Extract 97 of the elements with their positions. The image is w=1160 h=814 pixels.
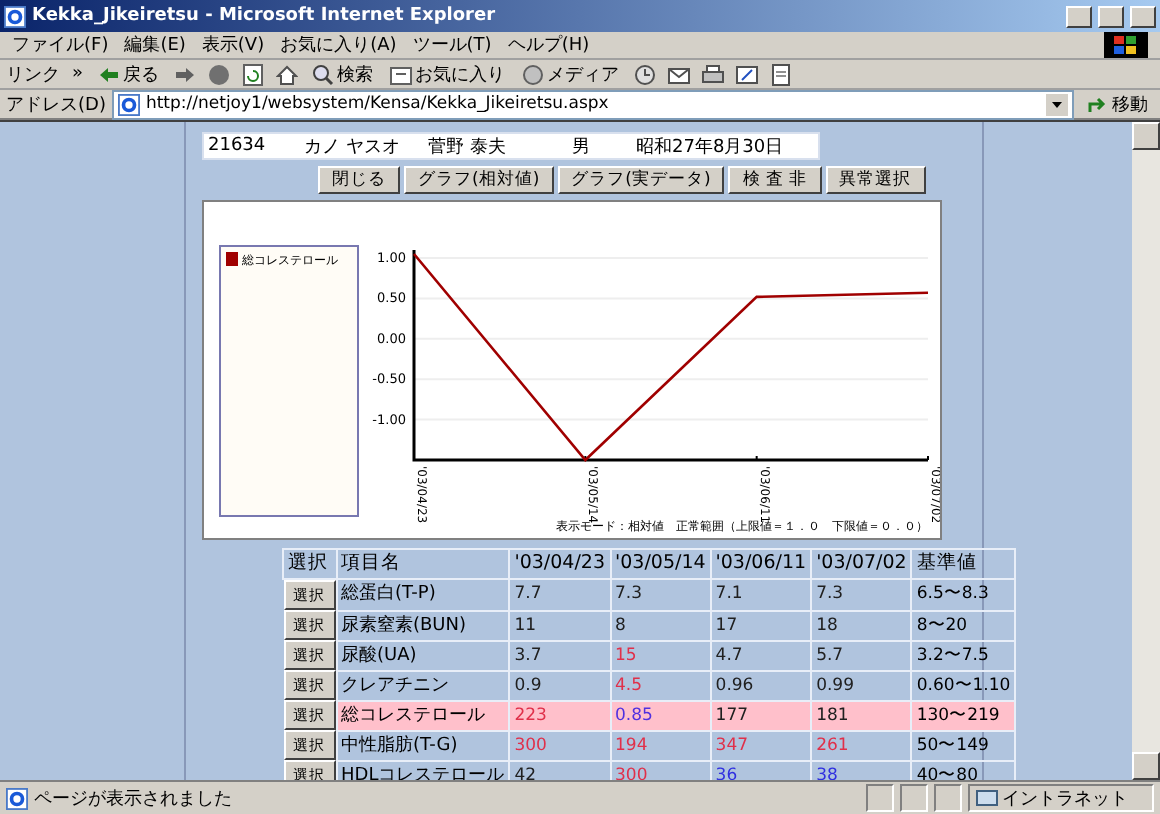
column-header: 選択 bbox=[283, 549, 336, 579]
document-icon[interactable] bbox=[769, 63, 792, 85]
forward-icon[interactable] bbox=[173, 63, 196, 85]
table-cell: 4.7 bbox=[710, 640, 812, 670]
stop-icon[interactable] bbox=[207, 63, 230, 85]
item-name: 総蛋白(T-P) bbox=[336, 579, 510, 610]
table-cell: 7.3 bbox=[610, 579, 711, 610]
favorites-button[interactable]: お気に入り bbox=[387, 61, 508, 87]
home-icon[interactable] bbox=[275, 63, 298, 85]
reference-range: 130〜219 bbox=[911, 700, 1016, 730]
action-button[interactable]: 閉じる bbox=[318, 166, 400, 194]
table-cell: 38 bbox=[811, 760, 912, 780]
address-field[interactable]: http://netjoy1/websystem/Kensa/Kekka_Jikeiretsu.aspx bbox=[111, 89, 1074, 119]
reference-range: 0.60〜1.10 bbox=[911, 670, 1016, 700]
minimize-button[interactable] bbox=[1066, 5, 1092, 27]
go-arrow-icon bbox=[1086, 93, 1108, 115]
table-cell: 7.3 bbox=[811, 579, 912, 610]
table-cell: 36 bbox=[710, 760, 812, 780]
action-button[interactable]: 異常選択 bbox=[825, 166, 926, 194]
chevron[interactable]: » bbox=[72, 64, 84, 84]
table-cell: 0.85 bbox=[610, 700, 711, 730]
logo-icon bbox=[1104, 32, 1148, 58]
table-cell: 0.99 bbox=[811, 670, 912, 700]
links-label[interactable]: リンク bbox=[6, 61, 60, 87]
mail-icon[interactable] bbox=[667, 63, 690, 85]
table-cell: 0.96 bbox=[710, 670, 812, 700]
table-cell: 15 bbox=[610, 640, 711, 670]
table-cell: 11 bbox=[509, 610, 610, 640]
menu-item[interactable]: ツール(T) bbox=[412, 32, 492, 58]
column-header: '03/04/23 bbox=[509, 549, 610, 579]
table-cell: 347 bbox=[710, 730, 812, 760]
search-icon bbox=[311, 63, 334, 85]
close-button[interactable] bbox=[1130, 5, 1156, 27]
table-cell: 17 bbox=[710, 610, 812, 640]
table-cell: 181 bbox=[811, 700, 912, 730]
reference-range: 8〜20 bbox=[911, 610, 1016, 640]
table-cell: 4.5 bbox=[610, 670, 711, 700]
column-header: 項目名 bbox=[336, 549, 510, 579]
item-name: クレアチニン bbox=[336, 670, 510, 700]
menu-item[interactable]: ファイル(F) bbox=[12, 32, 109, 58]
print-icon[interactable] bbox=[701, 63, 724, 85]
column-header: 基準値 bbox=[911, 549, 1016, 579]
table-cell: 0.9 bbox=[509, 670, 610, 700]
network-icon bbox=[976, 787, 998, 809]
table-cell: 7.7 bbox=[509, 579, 610, 610]
patient-id: 21634 bbox=[206, 136, 268, 156]
column-header: '03/07/02 bbox=[811, 549, 912, 579]
item-name: 中性脂肪(T-G) bbox=[336, 730, 510, 760]
patient-kana: カノ ヤスオ bbox=[304, 135, 402, 159]
action-button[interactable]: 検 査 非 bbox=[728, 166, 822, 194]
page-icon bbox=[117, 93, 140, 115]
menu-item[interactable]: ヘルプ(H) bbox=[507, 32, 590, 58]
table-cell: 5.7 bbox=[811, 640, 912, 670]
search-button[interactable]: 検索 bbox=[309, 61, 376, 87]
page-icon bbox=[6, 787, 28, 809]
table-cell: 42 bbox=[509, 760, 610, 780]
history-icon[interactable] bbox=[633, 63, 656, 85]
table-cell: 261 bbox=[811, 730, 912, 760]
zone-indicator: イントラネット bbox=[968, 784, 1154, 812]
back-arrow-icon bbox=[97, 63, 120, 85]
item-name: 尿素窒素(BUN) bbox=[336, 610, 510, 640]
table-cell: 300 bbox=[610, 760, 711, 780]
status-text: ページが表示されました bbox=[34, 787, 234, 811]
reference-range: 50〜149 bbox=[911, 730, 1016, 760]
scrollbar[interactable] bbox=[1132, 122, 1160, 780]
column-header: '03/06/11 bbox=[710, 549, 812, 579]
birth-date: 昭和27年8月30日 bbox=[636, 135, 784, 159]
refresh-icon[interactable] bbox=[241, 63, 264, 85]
table-cell: 3.7 bbox=[509, 640, 610, 670]
menu-item[interactable]: お気に入り(A) bbox=[280, 32, 397, 58]
table-cell: 223 bbox=[509, 700, 610, 730]
action-button[interactable]: グラフ(実データ) bbox=[557, 166, 725, 194]
maximize-button[interactable] bbox=[1098, 5, 1124, 27]
table-cell: 18 bbox=[811, 610, 912, 640]
table-cell: 7.1 bbox=[710, 579, 812, 610]
disc-icon bbox=[521, 63, 544, 85]
media-button[interactable]: メディア bbox=[519, 61, 622, 87]
window-title: Kekka_Jikeiretsu - Microsoft Internet Explorer bbox=[32, 6, 498, 26]
menu-item[interactable]: 表示(V) bbox=[201, 32, 265, 58]
reference-range: 6.5〜8.3 bbox=[911, 579, 1016, 610]
address-label: アドレス(D) bbox=[6, 93, 106, 117]
patient-name: 菅野 泰夫 bbox=[428, 135, 508, 159]
reference-range: 3.2〜7.5 bbox=[911, 640, 1016, 670]
action-button[interactable]: グラフ(相対値) bbox=[404, 166, 554, 194]
column-header: '03/05/14 bbox=[610, 549, 711, 579]
menu-item[interactable]: 編集(E) bbox=[124, 32, 186, 58]
patient-sex: 男 bbox=[572, 135, 592, 159]
table-cell: 8 bbox=[610, 610, 711, 640]
back-button[interactable]: 戻る bbox=[95, 61, 162, 87]
edit-icon[interactable] bbox=[735, 63, 758, 85]
go-button[interactable]: 移動 bbox=[1080, 91, 1154, 117]
item-name: 尿酸(UA) bbox=[336, 640, 510, 670]
table-cell: 177 bbox=[710, 700, 812, 730]
table-cell: 300 bbox=[509, 730, 610, 760]
browser-icon bbox=[4, 5, 26, 27]
item-name: 総コレステロール bbox=[336, 700, 510, 730]
table-cell: 194 bbox=[610, 730, 711, 760]
